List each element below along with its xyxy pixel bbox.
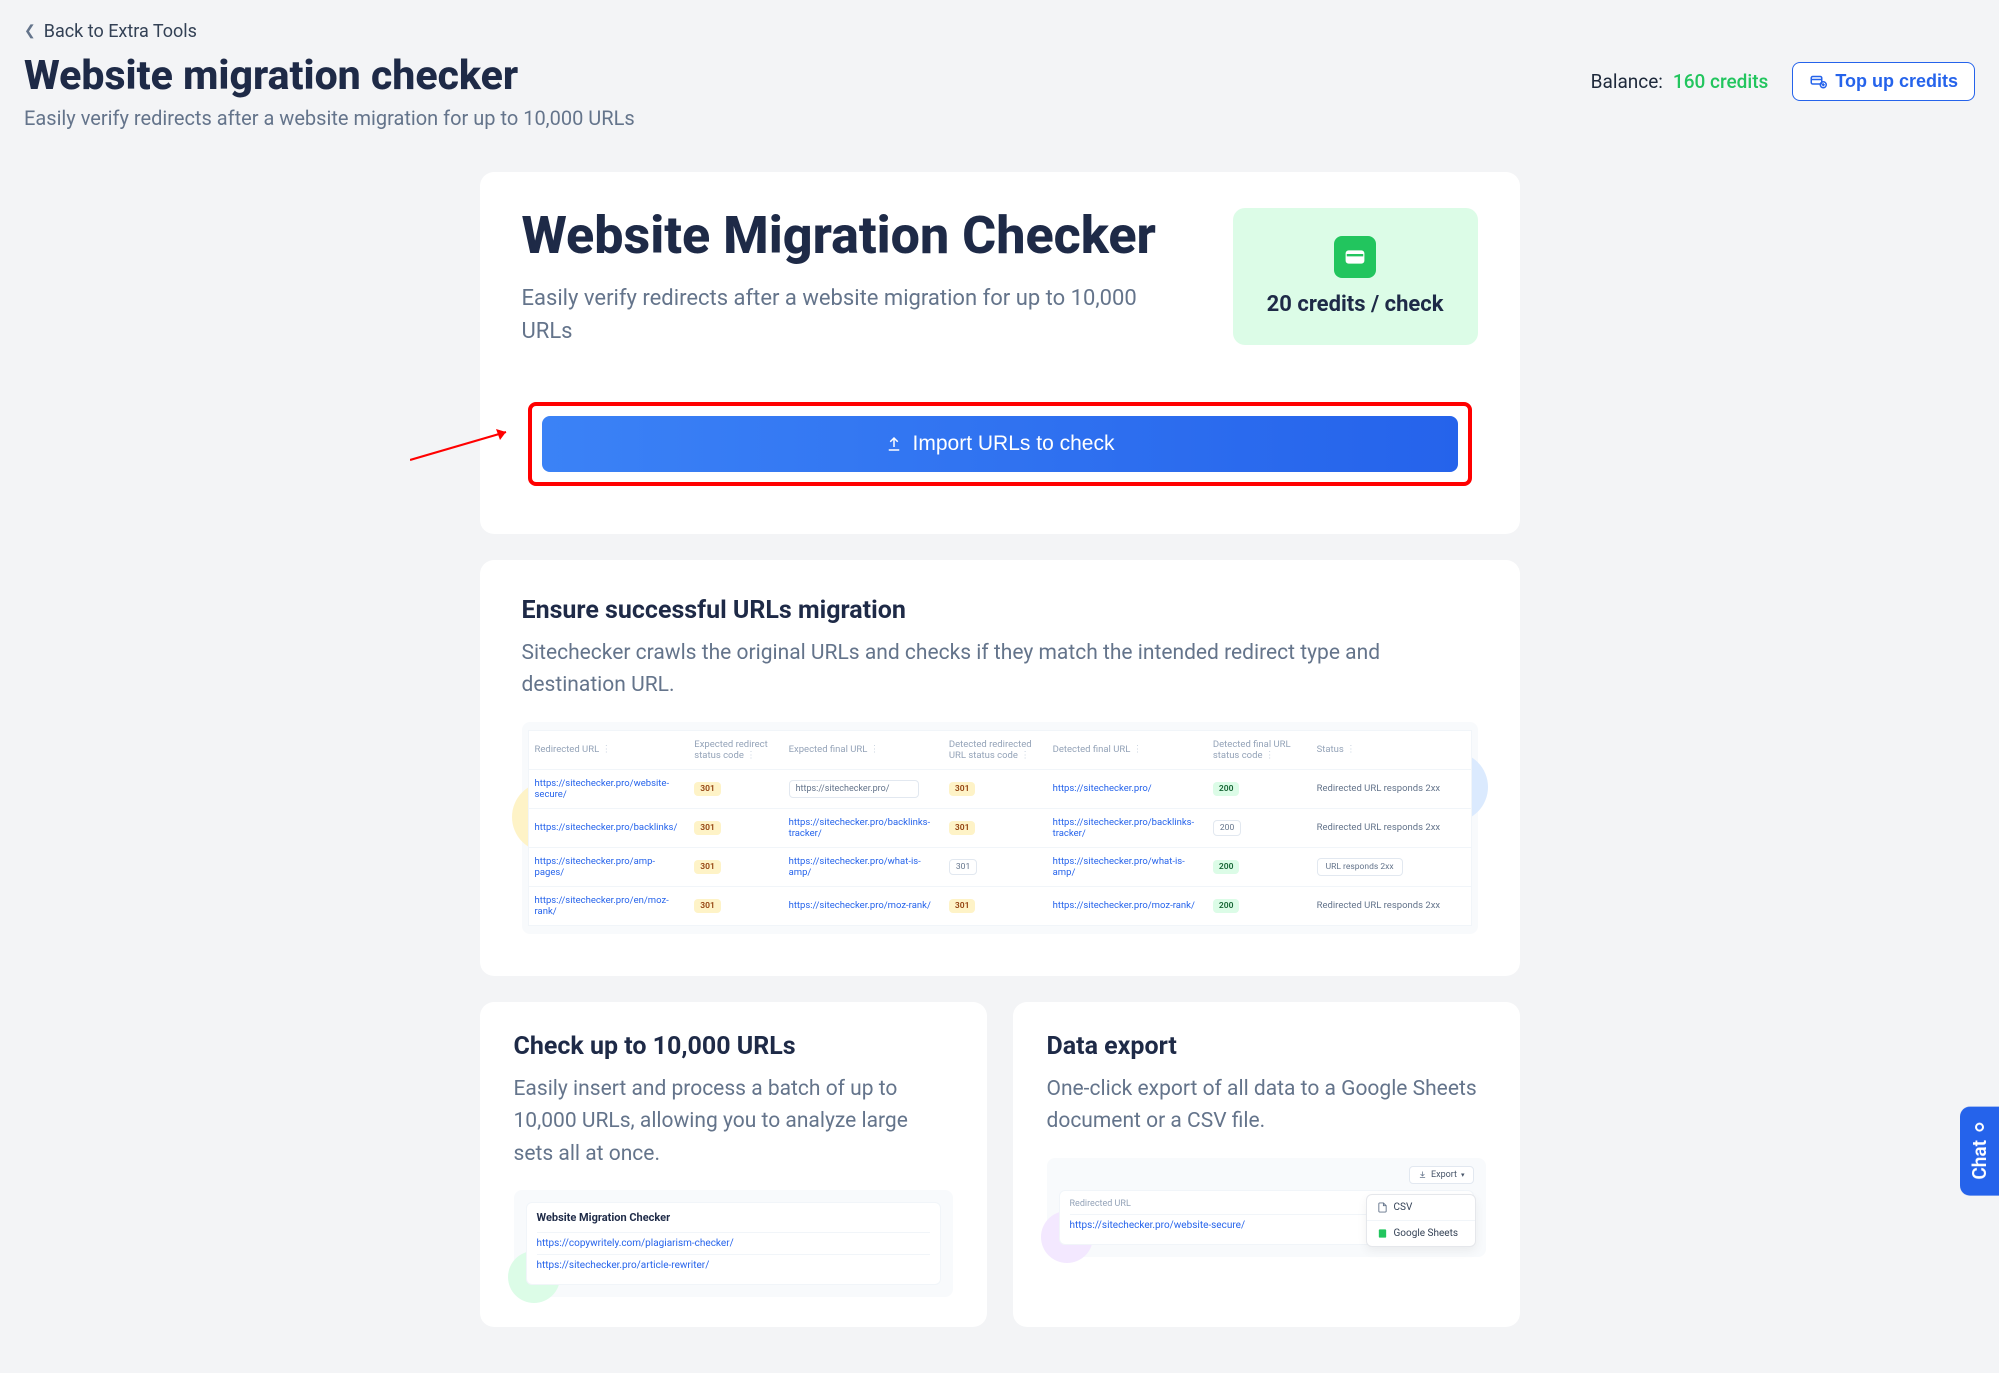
- export-menu-csv: CSV: [1367, 1195, 1475, 1221]
- credits-per-check-text: 20 credits / check: [1267, 292, 1444, 317]
- balance-credits: 160 credits: [1673, 70, 1768, 93]
- download-icon: [1418, 1170, 1427, 1179]
- export-button-preview: Export ▾: [1409, 1166, 1474, 1184]
- back-link[interactable]: ❮ Back to Extra Tools: [24, 21, 197, 42]
- topup-label: Top up credits: [1835, 71, 1958, 92]
- mini-preview-row: https://copywritely.com/plagiarism-check…: [537, 1232, 930, 1254]
- section-title: Ensure successful URLs migration: [522, 596, 1478, 625]
- card-b-preview: Export ▾ CSV Google Sheets: [1047, 1158, 1486, 1257]
- preview-table-illustration: Redirected URL ⋮Expected redirect status…: [522, 722, 1478, 934]
- export-menu-sheets: Google Sheets: [1367, 1221, 1475, 1246]
- preview-table-header: Detected redirected URL status code ⋮: [943, 730, 1047, 769]
- sheets-icon: [1377, 1228, 1388, 1239]
- mini-preview-title: Website Migration Checker: [537, 1211, 930, 1224]
- preview-table-row: https://sitechecker.pro/amp-pages/301htt…: [528, 847, 1471, 886]
- preview-table-row: https://sitechecker.pro/website-secure/3…: [528, 769, 1471, 808]
- mini-preview-row: https://sitechecker.pro/article-rewriter…: [537, 1254, 930, 1276]
- preview-table-header: Status ⋮: [1311, 730, 1471, 769]
- preview-table-header: Expected redirect status code ⋮: [688, 730, 782, 769]
- preview-table-header: Detected final URL ⋮: [1047, 730, 1207, 769]
- hero-subtitle: Easily verify redirects after a website …: [522, 282, 1142, 348]
- topup-credits-button[interactable]: Top up credits: [1792, 62, 1975, 101]
- credits-per-check-box: 20 credits / check: [1233, 208, 1478, 345]
- card-check-urls: Check up to 10,000 URLs Easily insert an…: [480, 1002, 987, 1328]
- import-urls-button[interactable]: Import URLs to check: [542, 416, 1458, 472]
- page-title: Website migration checker: [24, 52, 635, 100]
- preview-table-header: Expected final URL ⋮: [783, 730, 943, 769]
- preview-table-row: https://sitechecker.pro/en/moz-rank/301h…: [528, 886, 1471, 925]
- card-plus-icon: [1809, 72, 1827, 90]
- balance-block: Balance: 160 credits Top up credits: [1591, 62, 1975, 101]
- card-icon: [1334, 236, 1376, 278]
- export-menu-preview: CSV Google Sheets: [1366, 1194, 1476, 1247]
- back-link-text: Back to Extra Tools: [44, 21, 197, 42]
- annotation-arrow: [410, 426, 520, 466]
- upload-icon: [885, 435, 903, 453]
- import-button-label: Import URLs to check: [913, 432, 1115, 456]
- chat-label: Chat: [1968, 1140, 1991, 1180]
- balance-label: Balance:: [1591, 70, 1663, 93]
- hero-title: Website Migration Checker: [522, 208, 1156, 264]
- page-subtitle: Easily verify redirects after a website …: [24, 106, 635, 130]
- card-a-text: Easily insert and process a batch of up …: [514, 1073, 953, 1171]
- card-a-preview: Website Migration Checker https://copywr…: [514, 1190, 953, 1297]
- section-ensure-migration: Ensure successful URLs migration Siteche…: [480, 560, 1520, 976]
- card-a-title: Check up to 10,000 URLs: [514, 1032, 953, 1061]
- card-b-title: Data export: [1047, 1032, 1486, 1061]
- chat-fab[interactable]: Chat: [1960, 1107, 1999, 1196]
- annotation-highlight: Import URLs to check: [528, 402, 1472, 486]
- preview-table-row: https://sitechecker.pro/backlinks/301htt…: [528, 808, 1471, 847]
- chevron-down-icon: ▾: [1461, 1171, 1465, 1179]
- card-data-export: Data export One-click export of all data…: [1013, 1002, 1520, 1328]
- file-icon: [1377, 1202, 1388, 1213]
- card-b-text: One-click export of all data to a Google…: [1047, 1073, 1486, 1138]
- preview-table-header: Detected final URL status code ⋮: [1207, 730, 1311, 769]
- hero-card: Website Migration Checker Easily verify …: [480, 172, 1520, 534]
- chevron-left-icon: ❮: [24, 23, 36, 39]
- preview-table-header: Redirected URL ⋮: [528, 730, 688, 769]
- section-text: Sitechecker crawls the original URLs and…: [522, 637, 1478, 702]
- chat-status-icon: [1975, 1123, 1984, 1132]
